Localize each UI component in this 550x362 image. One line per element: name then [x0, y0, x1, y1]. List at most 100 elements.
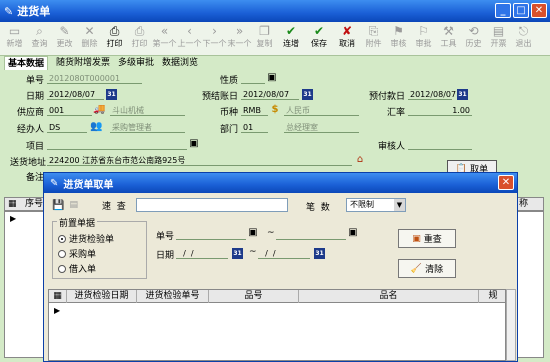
home-icon[interactable]: ⌂	[354, 154, 366, 166]
dialog-icon: ✎	[50, 177, 59, 189]
calendar-icon[interactable]: 31	[302, 89, 313, 100]
handler-code-field[interactable]: DS	[47, 122, 87, 133]
toolbar-edit-button[interactable]: ✎ 更改	[52, 22, 77, 49]
toolbar-copy-button[interactable]: ❐ 复制	[252, 22, 277, 49]
dialog-title: 进货单取单	[63, 179, 114, 191]
lookup-icon[interactable]: ▣	[347, 227, 359, 239]
rate-label: 汇率	[386, 108, 405, 118]
print-icon: ⎙	[109, 24, 120, 38]
toolbar-cancel-button[interactable]: ✘ 取消	[333, 22, 361, 49]
dept-code-field[interactable]: 01	[241, 122, 268, 133]
toolbar-delete-button[interactable]: ✕ 删除	[77, 22, 102, 49]
chevron-down-icon[interactable]: ▼	[394, 199, 405, 211]
person-lookup-icon[interactable]: 👥	[90, 121, 102, 133]
grid-icon: ▦	[8, 199, 17, 209]
toolbar-save-button[interactable]: ✔ 保存	[305, 22, 333, 49]
toolbar-history-button[interactable]: ⟲ 历史	[461, 22, 486, 49]
toolbar-check-button[interactable]: ✔ 连增	[277, 22, 305, 49]
calendar-icon[interactable]: 31	[106, 89, 117, 100]
tab-strip: 基本数据 随货附增发票 多级审批 数据浏览	[0, 56, 550, 70]
date-label: 日期	[25, 92, 44, 102]
toolbar-label: 新增	[6, 39, 23, 48]
toolbar-last-button[interactable]: » 末一个	[227, 22, 252, 49]
toolbar-label: 删除	[81, 39, 98, 48]
dept-name-field: 总经理室	[284, 122, 359, 133]
toolbar-exit-button[interactable]: ⎋ 退出	[511, 22, 536, 49]
window-titlebar: ✎ 进货单 _ □ ✕	[0, 0, 550, 22]
close-button[interactable]: ✕	[531, 3, 547, 18]
tab-data-browse[interactable]: 数据浏览	[162, 56, 198, 70]
settle-date-field[interactable]: 2012/08/07	[241, 89, 299, 100]
toolbar-attach-button[interactable]: ⎘ 附件	[361, 22, 386, 49]
currency-icon[interactable]: $	[269, 104, 281, 116]
toolbar-next-button[interactable]: › 下一个	[202, 22, 227, 49]
toolbar-audit-button[interactable]: ⚑ 审核	[386, 22, 411, 49]
prior-doc-group: 前置单据 进货检验单 采购单 借入单	[52, 216, 147, 279]
maximize-button[interactable]: □	[513, 3, 529, 18]
no-from-field[interactable]	[176, 229, 246, 240]
requery-button[interactable]: ▣ 重查	[398, 229, 456, 248]
project-field[interactable]	[47, 139, 187, 150]
address-field[interactable]: 224200 江苏省东台市范公南路925号	[47, 155, 352, 166]
clear-button[interactable]: 🧹 清除	[398, 259, 456, 278]
no-label: 单号	[156, 232, 175, 242]
invoice-icon: ▤	[492, 24, 505, 38]
calendar-icon[interactable]: 31	[314, 248, 325, 259]
dialog-scrollbar[interactable]	[506, 289, 516, 361]
dialog-titlebar: ✎ 进货单取单 ✕	[44, 173, 517, 193]
nature-field[interactable]	[241, 73, 265, 84]
calendar-icon[interactable]: 31	[232, 248, 243, 259]
dialog-grid[interactable]: ▦ 进货检验日期 进货检验单号 品号 品名 规 ▶	[48, 289, 506, 361]
toolbar-query-button[interactable]: ⌕ 查询	[27, 22, 52, 49]
toolbar-label: 取消	[339, 39, 355, 48]
count-select[interactable]: 不限制 ▼	[346, 198, 406, 212]
no-to-field[interactable]	[276, 229, 346, 240]
radio-purchase[interactable]: 采购单	[58, 247, 96, 260]
rate-field[interactable]: 1.00	[408, 105, 472, 116]
supplier-code-field[interactable]: 001	[47, 105, 92, 116]
minimize-button[interactable]: _	[495, 3, 511, 18]
check-icon: ✔	[285, 24, 297, 38]
toolbar-print-button[interactable]: ⎙ 打印	[127, 22, 152, 49]
delete-icon[interactable]: ▤	[69, 200, 78, 210]
radio-borrow[interactable]: 借入单	[58, 262, 96, 275]
calendar-icon[interactable]: 31	[457, 89, 468, 100]
date-field[interactable]: 2012/08/07	[47, 89, 104, 100]
count-label: 笔 数	[306, 203, 330, 213]
toolbar-tools-button[interactable]: ⚒ 工具	[436, 22, 461, 49]
toolbar-label: 第一个	[152, 39, 177, 48]
first-icon: «	[160, 24, 169, 38]
quick-search-input[interactable]	[136, 198, 288, 212]
supplier-lookup-icon[interactable]: 🚚	[93, 104, 105, 116]
toolbar-new-button[interactable]: ▭ 新增	[2, 22, 27, 49]
toolbar-prev-button[interactable]: ‹ 上一个	[177, 22, 202, 49]
tab-multi-approval[interactable]: 多级审批	[118, 56, 154, 70]
currency-code-field[interactable]: RMB	[241, 105, 268, 116]
doc-no-field[interactable]: 2012080T000001	[47, 73, 142, 84]
prepay-date-field[interactable]: 2012/08/07	[408, 89, 456, 100]
toolbar-label: 工具	[440, 39, 457, 48]
reviewer-field	[408, 139, 472, 150]
save-icon[interactable]: 💾	[52, 200, 64, 211]
audit-icon: ⚑	[393, 24, 404, 38]
toolbar-print-button[interactable]: ⎙ 打印	[102, 22, 127, 49]
col-item-name: 品名	[299, 290, 479, 303]
lookup-icon[interactable]: ▣	[266, 72, 278, 84]
toolbar-label: 保存	[311, 39, 327, 48]
new-icon: ▭	[8, 24, 21, 38]
tab-invoice[interactable]: 随货附增发票	[56, 56, 110, 70]
radio-inspection[interactable]: 进货检验单	[58, 232, 114, 245]
lookup-icon[interactable]: ▣	[247, 227, 259, 239]
dialog-close-button[interactable]: ✕	[498, 175, 514, 190]
date-to-field[interactable]: / /	[258, 248, 310, 259]
tab-basic-data[interactable]: 基本数据	[4, 56, 49, 70]
tools-icon: ⚒	[443, 24, 454, 38]
toolbar-invoice-button[interactable]: ▤ 开票	[486, 22, 511, 49]
range-tilde: ~	[249, 247, 257, 257]
toolbar-label: 连增	[283, 39, 299, 48]
lookup-icon[interactable]: ▣	[188, 138, 200, 150]
toolbar-first-button[interactable]: «第一个	[152, 22, 177, 49]
col-inspection-date: 进货检验日期	[67, 290, 137, 303]
toolbar-approve-button[interactable]: ⚐ 审批	[411, 22, 436, 49]
date-from-field[interactable]: / /	[176, 248, 228, 259]
